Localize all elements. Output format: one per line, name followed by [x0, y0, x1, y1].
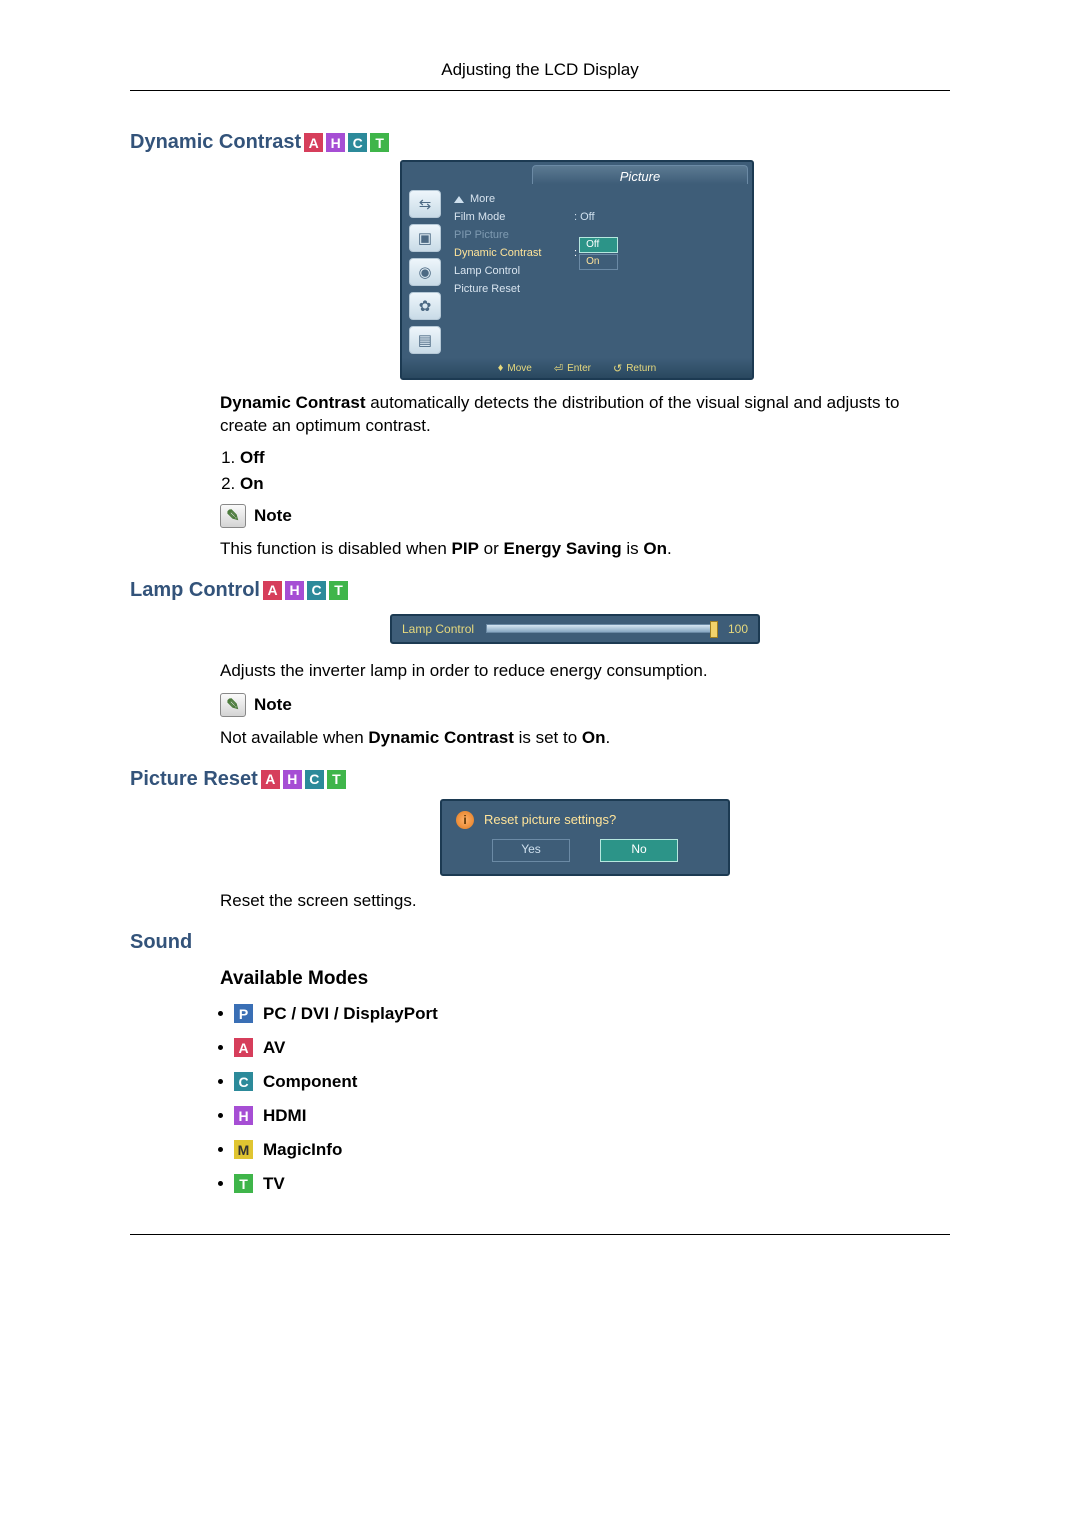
lamp-bar-value: 100	[728, 622, 748, 636]
dynamic-contrast-heading-text: Dynamic Contrast	[130, 131, 301, 154]
option-on: On	[240, 474, 950, 494]
reset-dialog: i Reset picture settings? Yes No	[440, 799, 730, 876]
return-icon: ↺	[613, 362, 622, 375]
note-icon: ✎	[220, 504, 246, 528]
osd-row-more[interactable]: More	[454, 190, 744, 208]
mode-pc: P PC / DVI / DisplayPort	[218, 1004, 950, 1024]
osd-footer: ♦Move ⏎Enter ↺Return	[402, 358, 752, 378]
enter-icon: ⏎	[554, 362, 563, 375]
sound-heading-text: Sound	[130, 931, 192, 954]
info-icon: i	[456, 811, 474, 829]
mode-badge-h-icon: H	[283, 770, 302, 789]
mode-badge-a-icon: A	[304, 133, 323, 152]
note-icon: ✎	[220, 693, 246, 717]
osd-sidebar-input-icon[interactable]: ⇆	[409, 190, 441, 218]
bullet-icon	[218, 1147, 223, 1152]
note-row-dc: ✎ Note	[220, 504, 950, 528]
reset-yes-button[interactable]: Yes	[492, 839, 570, 862]
osd-title: Picture	[532, 165, 748, 184]
osd-option-on[interactable]: On	[579, 254, 618, 270]
mode-tv: T TV	[218, 1174, 950, 1194]
lamp-control-description: Adjusts the inverter lamp in order to re…	[220, 660, 950, 683]
reset-no-button[interactable]: No	[600, 839, 678, 862]
mode-badge-p-icon: P	[234, 1004, 253, 1023]
page-header-title: Adjusting the LCD Display	[130, 60, 950, 80]
up-arrow-icon	[454, 196, 464, 203]
osd-option-off[interactable]: Off	[579, 237, 618, 253]
reset-dialog-text: Reset picture settings?	[484, 812, 616, 827]
mode-hdmi: H HDMI	[218, 1106, 950, 1126]
mode-badge-h-icon: H	[234, 1106, 253, 1125]
osd-sidebar-picture-icon[interactable]: ▣	[409, 224, 441, 252]
available-modes-list: P PC / DVI / DisplayPort A AV C Componen…	[218, 1004, 950, 1194]
mode-magicinfo: M MagicInfo	[218, 1140, 950, 1160]
mode-badge-c-icon: C	[348, 133, 367, 152]
lamp-slider-handle[interactable]	[710, 621, 718, 638]
bullet-icon	[218, 1011, 223, 1016]
bullet-icon	[218, 1113, 223, 1118]
bullet-icon	[218, 1079, 223, 1084]
mode-badge-t-icon: T	[234, 1174, 253, 1193]
mode-badge-t-icon: T	[327, 770, 346, 789]
lamp-bar-label: Lamp Control	[402, 622, 474, 636]
mode-badge-t-icon: T	[329, 581, 348, 600]
lamp-slider[interactable]	[486, 624, 716, 633]
mode-badge-m-icon: M	[234, 1140, 253, 1159]
available-modes-heading: Available Modes	[220, 968, 950, 990]
osd-sidebar-setup-icon[interactable]: ✿	[409, 292, 441, 320]
lamp-control-heading: Lamp Control A H C T	[130, 579, 950, 602]
note-text-dc: This function is disabled when PIP or En…	[220, 538, 950, 561]
bullet-icon	[218, 1181, 223, 1186]
mode-badge-c-icon: C	[234, 1072, 253, 1091]
option-off: Off	[240, 448, 950, 468]
picture-reset-heading-text: Picture Reset	[130, 768, 258, 791]
dynamic-contrast-heading: Dynamic Contrast A H C T	[130, 131, 950, 154]
dynamic-contrast-options: Off On	[240, 448, 950, 494]
sound-heading: Sound	[130, 931, 950, 954]
footer-divider	[130, 1234, 950, 1235]
mode-badge-a-icon: A	[234, 1038, 253, 1057]
mode-badge-c-icon: C	[305, 770, 324, 789]
mode-badge-a-icon: A	[261, 770, 280, 789]
note-row-lamp: ✎ Note	[220, 693, 950, 717]
lamp-control-bar: Lamp Control 100	[390, 614, 760, 644]
header-divider	[130, 90, 950, 91]
osd-sidebar-multi-icon[interactable]: ▤	[409, 326, 441, 354]
osd-picture-menu: Picture ⇆ ▣ ◉ ✿ ▤ More Film Mode : Off	[400, 160, 754, 380]
move-icon: ♦	[498, 362, 504, 374]
dynamic-contrast-description: Dynamic Contrast automatically detects t…	[220, 392, 950, 438]
osd-row-dynamic-contrast[interactable]: Dynamic Contrast : Off On	[454, 244, 744, 262]
picture-reset-description: Reset the screen settings.	[220, 890, 950, 913]
mode-badge-h-icon: H	[326, 133, 345, 152]
note-text-lamp: Not available when Dynamic Contrast is s…	[220, 727, 950, 750]
picture-reset-heading: Picture Reset A H C T	[130, 768, 950, 791]
mode-badge-t-icon: T	[370, 133, 389, 152]
osd-row-picture-reset[interactable]: Picture Reset	[454, 280, 744, 298]
mode-badge-a-icon: A	[263, 581, 282, 600]
bullet-icon	[218, 1045, 223, 1050]
mode-badge-c-icon: C	[307, 581, 326, 600]
mode-component: C Component	[218, 1072, 950, 1092]
mode-badge-h-icon: H	[285, 581, 304, 600]
osd-row-film-mode[interactable]: Film Mode : Off	[454, 208, 744, 226]
osd-sidebar-sound-icon[interactable]: ◉	[409, 258, 441, 286]
mode-av: A AV	[218, 1038, 950, 1058]
lamp-control-heading-text: Lamp Control	[130, 579, 260, 602]
